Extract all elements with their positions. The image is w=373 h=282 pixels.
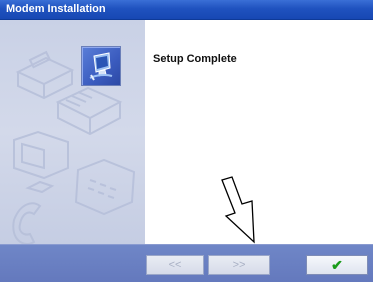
down-arrow-icon [221,176,255,244]
monitor-icon [13,130,69,194]
window-title: Modem Installation [6,3,106,15]
next-button[interactable]: >> [208,255,270,275]
title-bar[interactable]: Modem Installation [0,0,373,20]
status-heading: Setup Complete [153,53,237,65]
modem-installation-window: Modem Installation Setup Complete << >> … [0,0,373,282]
back-button[interactable]: << [146,255,204,275]
computer-setup-icon [81,46,121,86]
finish-button[interactable]: ✔ [306,255,368,275]
telephone-icon [12,158,136,244]
left-decor-panel [0,20,145,244]
fax-machine-icon [55,86,123,136]
decorative-devices-background [12,50,136,244]
footer-bar: << >> ✔ [0,244,373,282]
printer-icon [15,50,75,100]
